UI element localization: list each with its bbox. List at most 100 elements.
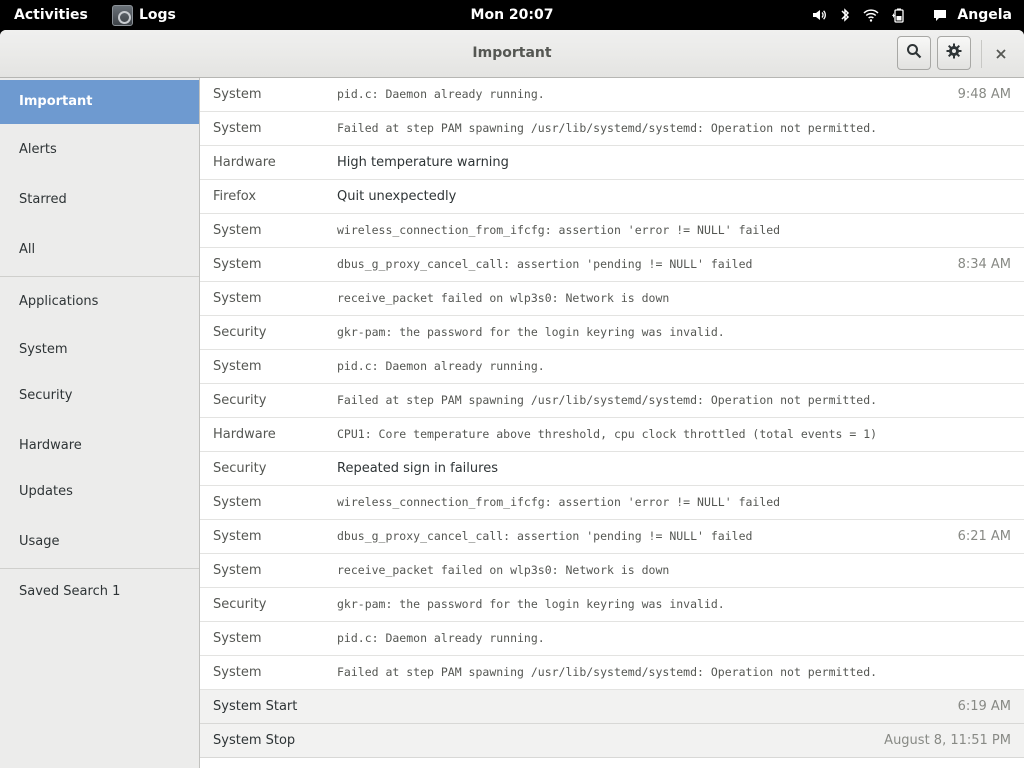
user-name: Angela: [957, 7, 1012, 23]
log-entry-category: System: [213, 529, 262, 544]
log-entry-category: Security: [213, 461, 267, 476]
log-entry-category: System: [213, 223, 262, 238]
sidebar-item-system[interactable]: System: [0, 328, 199, 372]
sidebar-separator: [0, 276, 199, 277]
log-entry-category: System: [213, 665, 262, 680]
system-event-label: System Stop: [213, 733, 296, 748]
log-entry-message: High temperature warning: [337, 155, 509, 170]
log-entry-row[interactable]: Security Repeated sign in failures: [200, 452, 1024, 486]
log-entry-time: 9:48 AM: [957, 87, 1011, 102]
log-entry-row[interactable]: System pid.c: Daemon already running. 9:48…: [200, 78, 1024, 112]
window-title: Important: [472, 45, 552, 61]
log-entry-message: wireless_connection_from_ifcfg: assertio…: [337, 223, 781, 237]
log-entry-category: System: [213, 631, 262, 646]
sidebar-item-starred[interactable]: Starred: [0, 178, 199, 222]
log-entry-message: receive_packet failed on wlp3s0: Network…: [337, 563, 670, 577]
log-entry-message: wireless_connection_from_ifcfg: assertio…: [337, 495, 781, 509]
log-entry-message: receive_packet failed on wlp3s0: Network…: [337, 291, 670, 305]
log-entry-row[interactable]: System Failed at step PAM spawning /usr/l…: [200, 112, 1024, 146]
app-menu[interactable]: Logs: [112, 0, 176, 30]
log-entry-category: System: [213, 257, 262, 272]
log-entry-category: System: [213, 359, 262, 374]
log-entry-message: Quit unexpectedly: [337, 189, 457, 204]
search-button[interactable]: [897, 36, 931, 70]
log-entry-message: pid.c: Daemon already running.: [337, 631, 545, 645]
gear-icon: [946, 43, 962, 63]
log-entry-category: Firefox: [213, 189, 257, 204]
sidebar-item-updates[interactable]: Updates: [0, 470, 199, 514]
system-event-time: 6:19 AM: [957, 699, 1011, 714]
battery-icon: [891, 7, 907, 23]
sidebar-item-all[interactable]: All: [0, 228, 199, 272]
logs-app-icon: [112, 4, 133, 26]
log-entry-row[interactable]: Security gkr-pam: the password for the lo…: [200, 316, 1024, 350]
log-entry-category: Hardware: [213, 155, 276, 170]
log-entry-time: 8:34 AM: [957, 257, 1011, 272]
system-event-row[interactable]: System Start 6:19 AM: [200, 690, 1024, 724]
log-entry-message: Failed at step PAM spawning /usr/lib/sys…: [337, 393, 878, 407]
log-entry-message: pid.c: Daemon already running.: [337, 87, 545, 101]
sidebar-separator: [0, 568, 199, 569]
activities-button[interactable]: Activities: [14, 0, 88, 30]
log-entry-time: 6:21 AM: [957, 529, 1011, 544]
system-event-row[interactable]: System Stop August 8, 11:51 PM: [200, 724, 1024, 758]
log-entry-message: Repeated sign in failures: [337, 461, 498, 476]
log-entry-row[interactable]: System dbus_g_proxy_cancel_call: assertio…: [200, 248, 1024, 282]
log-entry-message: CPU1: Core temperature above threshold, …: [337, 427, 878, 441]
log-entry-row[interactable]: System dbus_g_proxy_cancel_call: assertio…: [200, 520, 1024, 554]
header-bar: Important: [0, 30, 1024, 78]
wifi-icon: [863, 7, 879, 23]
log-entry-row[interactable]: Security Failed at step PAM spawning /usr…: [200, 384, 1024, 418]
log-entry-row[interactable]: System pid.c: Daemon already running.: [200, 350, 1024, 384]
sidebar: Important Alerts Starred All Application…: [0, 78, 200, 768]
log-entry-category: System: [213, 87, 262, 102]
log-entry-message: Failed at step PAM spawning /usr/lib/sys…: [337, 665, 878, 679]
log-entry-category: Security: [213, 597, 267, 612]
system-event-time: August 8, 11:51 PM: [884, 733, 1011, 748]
log-entry-row[interactable]: System receive_packet failed on wlp3s0: N…: [200, 282, 1024, 316]
chat-icon: [933, 7, 947, 23]
header-separator: [981, 40, 982, 68]
bluetooth-icon: [839, 7, 851, 23]
log-entry-row[interactable]: System wireless_connection_from_ifcfg: as…: [200, 486, 1024, 520]
log-entry-row[interactable]: System wireless_connection_from_ifcfg: as…: [200, 214, 1024, 248]
system-event-label: System Start: [213, 699, 298, 714]
logs-window: Important Important Alerts Starred All A…: [0, 30, 1024, 768]
log-entry-row[interactable]: Hardware High temperature warning: [200, 146, 1024, 180]
volume-icon: [811, 7, 827, 23]
clock[interactable]: Mon 20:07: [471, 7, 554, 23]
log-entry-row[interactable]: Firefox Quit unexpectedly: [200, 180, 1024, 214]
sidebar-item-alerts[interactable]: Alerts: [0, 128, 199, 172]
close-button[interactable]: [990, 42, 1012, 64]
log-entry-row[interactable]: System receive_packet failed on wlp3s0: N…: [200, 554, 1024, 588]
log-entry-message: gkr-pam: the password for the login keyr…: [337, 325, 725, 339]
log-entry-category: System: [213, 121, 262, 136]
search-icon: [906, 43, 922, 63]
log-entry-message: Failed at step PAM spawning /usr/lib/sys…: [337, 121, 878, 135]
sidebar-item-hardware[interactable]: Hardware: [0, 424, 199, 468]
settings-button[interactable]: [937, 36, 971, 70]
sidebar-item-usage[interactable]: Usage: [0, 520, 199, 564]
log-entry-row[interactable]: Hardware CPU1: Core temperature above thr…: [200, 418, 1024, 452]
top-bar: Activities Logs Mon 20:07 Angela: [0, 0, 1024, 30]
log-entry-message: gkr-pam: the password for the login keyr…: [337, 597, 725, 611]
app-menu-label: Logs: [139, 7, 176, 23]
sidebar-item-saved-search[interactable]: Saved Search 1: [0, 570, 199, 614]
log-entry-category: Security: [213, 393, 267, 408]
log-entry-row[interactable]: Security gkr-pam: the password for the lo…: [200, 588, 1024, 622]
log-entry-category: Security: [213, 325, 267, 340]
log-entry-category: System: [213, 291, 262, 306]
log-entry-category: System: [213, 495, 262, 510]
log-entry-row[interactable]: System Failed at step PAM spawning /usr/l…: [200, 656, 1024, 690]
log-entry-message: pid.c: Daemon already running.: [337, 359, 545, 373]
close-icon: [996, 44, 1006, 63]
sidebar-item-important[interactable]: Important: [0, 80, 199, 124]
system-status-area[interactable]: Angela: [811, 0, 1024, 30]
log-entry-message: dbus_g_proxy_cancel_call: assertion 'pen…: [337, 529, 753, 543]
log-entry-category: Hardware: [213, 427, 276, 442]
sidebar-item-security[interactable]: Security: [0, 374, 199, 418]
log-list: System pid.c: Daemon already running. 9:48…: [200, 78, 1024, 768]
log-entry-row[interactable]: System pid.c: Daemon already running.: [200, 622, 1024, 656]
sidebar-item-applications[interactable]: Applications: [0, 280, 199, 324]
log-entry-category: System: [213, 563, 262, 578]
